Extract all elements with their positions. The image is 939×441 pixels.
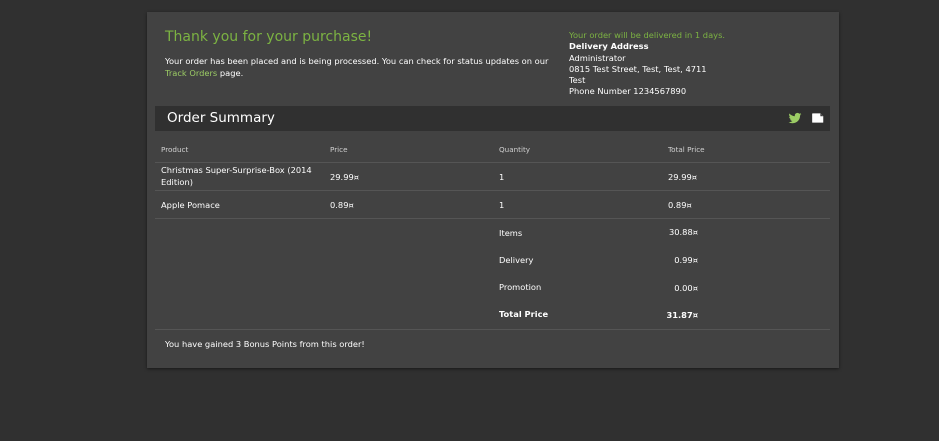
order-table: Product Price Quantity Total Price Chris… [155,136,830,219]
product-quantity: 1 [493,190,662,219]
order-confirmation-card: Thank you for your purchase! Your order … [147,12,839,368]
product-price: 0.89¤ [324,190,493,219]
items-value: 30.88¤ [668,227,698,237]
delivery-country: Test [569,75,586,86]
delivery-eta: Your order will be delivered in 1 days. [569,30,726,40]
product-quantity: 1 [493,162,662,191]
table-row: Christmas Super-Surprise-Box (2014 Editi… [155,162,830,191]
delivery-value: 0.99¤ [674,255,698,265]
confirmation-message-end: page. [217,67,244,78]
product-name: Christmas Super-Surprise-Box (2014 Editi… [155,162,324,191]
promotion-label: Promotion [499,282,542,292]
order-summary-header: Order Summary [155,106,830,131]
product-price: 29.99¤ [324,162,493,191]
header-price: Price [324,136,493,163]
confirmation-message: Your order has been placed and is being … [165,56,565,79]
product-name: Apple Pomace [155,190,324,219]
table-row: Apple Pomace 0.89¤ 1 0.89¤ [155,190,830,219]
header-quantity: Quantity [493,136,662,163]
print-icon[interactable] [811,111,825,125]
delivery-street: 0815 Test Street, Test, Test, 4711 [569,63,707,74]
delivery-address-title: Delivery Address [569,41,649,52]
promotion-value: 0.00¤ [674,283,698,293]
product-total: 29.99¤ [662,162,830,191]
delivery-info: Your order will be delivered in 1 days. … [569,30,725,98]
confirmation-message-text: Your order has been placed and is being … [165,56,549,66]
delivery-phone: Phone Number 1234567890 [569,86,687,97]
twitter-icon[interactable] [788,111,802,125]
product-total: 0.89¤ [662,190,830,219]
header-total-price: Total Price [662,136,830,163]
track-orders-link[interactable]: Track Orders [165,68,217,78]
order-totals: Items 30.88¤ Delivery 0.99¤ Promotion 0.… [155,218,830,330]
header-product: Product [155,136,324,163]
total-price-label: Total Price [499,309,549,319]
bonus-points-message: You have gained 3 Bonus Points from this… [165,339,365,349]
total-price-value: 31.87¤ [666,310,698,320]
order-summary-title: Order Summary [167,110,275,126]
confirmation-title: Thank you for your purchase! [165,29,373,45]
delivery-name: Administrator [569,52,626,63]
items-label: Items [499,228,523,238]
table-header-row: Product Price Quantity Total Price [155,136,830,163]
delivery-label: Delivery [499,255,534,265]
